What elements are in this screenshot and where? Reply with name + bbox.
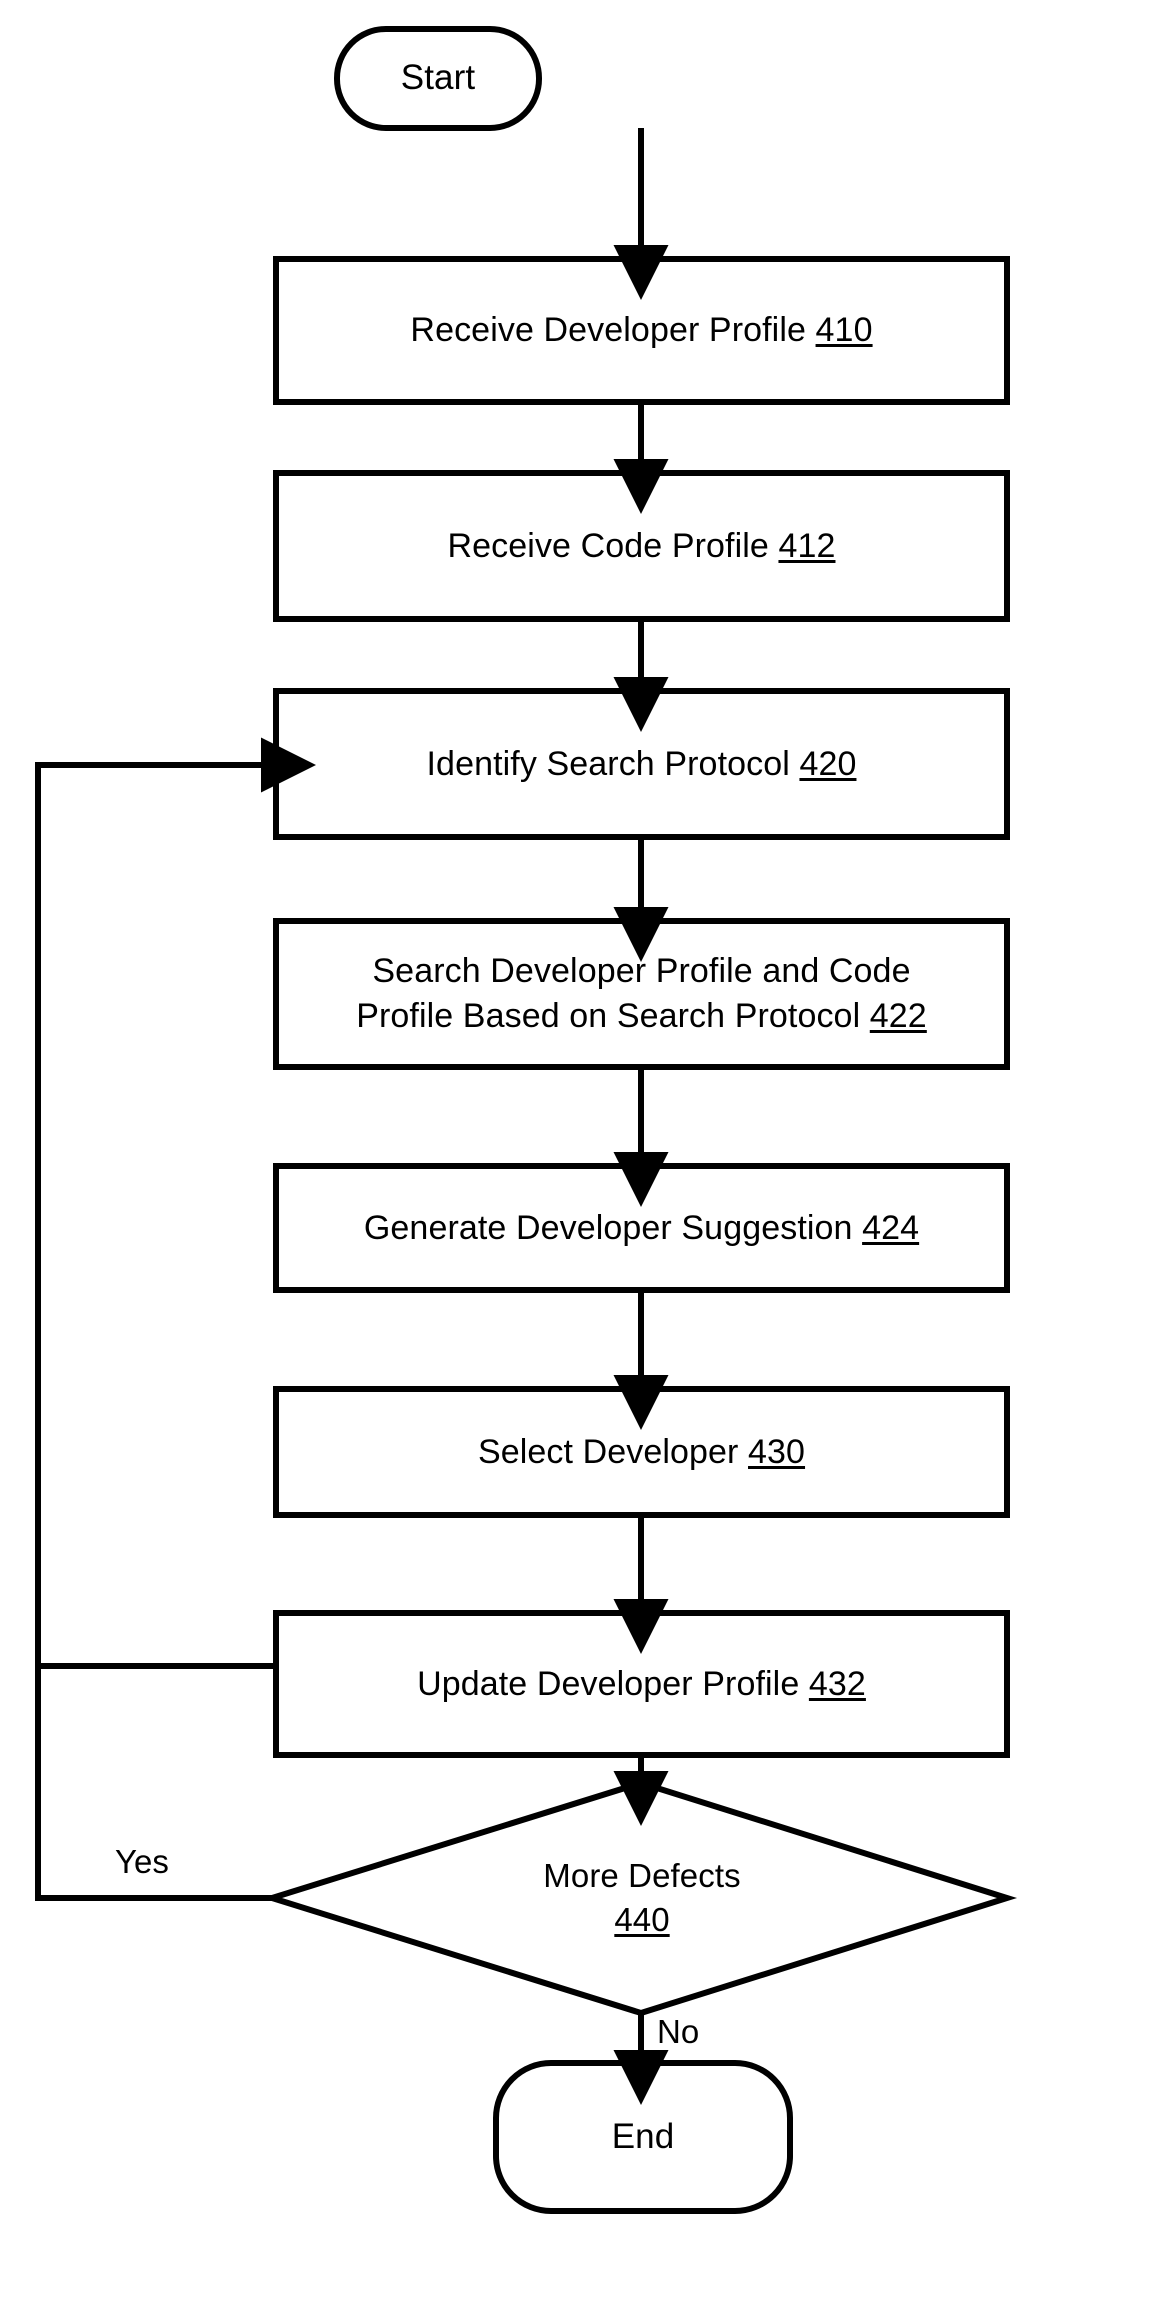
node-440-shape [261, 1779, 1018, 2017]
node-start-shape [334, 26, 542, 131]
edge-440-yes-loop [35, 737, 316, 1901]
edge-label-no: No [657, 2013, 700, 2050]
node-430-shape [273, 1386, 1010, 1518]
node-424-shape [273, 1163, 1010, 1293]
flowchart-canvas [35, 26, 1018, 2214]
node-432-shape [273, 1610, 1010, 1758]
node-410-shape [273, 256, 1010, 405]
node-420-shape [273, 688, 1010, 840]
node-422-shape [273, 918, 1010, 1070]
edge-label-yes: Yes [115, 1843, 169, 1880]
node-412-shape [273, 470, 1010, 622]
flowchart-page: Start Receive Developer Profile 410 Rece… [0, 0, 1149, 2298]
node-end-shape [493, 2060, 793, 2214]
